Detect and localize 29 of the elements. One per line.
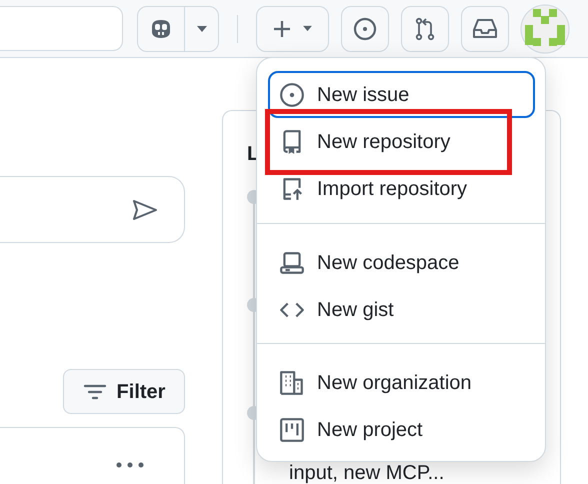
more-icon[interactable] [116, 462, 144, 468]
building-icon [279, 370, 305, 396]
filter-button[interactable]: Filter [63, 369, 185, 414]
search-field[interactable] [0, 6, 123, 51]
menu-item[interactable]: New gist [279, 292, 394, 327]
issues-button[interactable] [341, 6, 389, 52]
pull-requests-button[interactable] [401, 6, 449, 52]
board-icon [279, 416, 305, 442]
create-new-button[interactable] [256, 6, 329, 52]
menu-item[interactable]: New project [279, 412, 423, 447]
inbox-icon [472, 18, 498, 40]
activity-text: input, new MCP... [289, 463, 444, 483]
pull-request-icon [414, 16, 436, 40]
plus-icon [272, 18, 292, 38]
copilot-button[interactable] [137, 6, 219, 52]
filter-icon [82, 382, 107, 400]
menu-item[interactable]: Import repository [279, 171, 468, 206]
prompt-field[interactable] [0, 176, 185, 243]
laptop-icon [279, 250, 305, 276]
caret-icon [196, 24, 208, 32]
issue-icon [353, 16, 377, 40]
inbox-button[interactable] [461, 6, 509, 52]
caret-icon [302, 25, 313, 32]
send-icon [132, 198, 158, 220]
menu-item[interactable]: New repository [279, 124, 450, 159]
menu-item[interactable]: New issue [279, 77, 410, 112]
issue-icon [279, 82, 305, 108]
menu-item[interactable]: New codespace [279, 245, 460, 280]
menu-item[interactable]: New organization [279, 365, 472, 400]
